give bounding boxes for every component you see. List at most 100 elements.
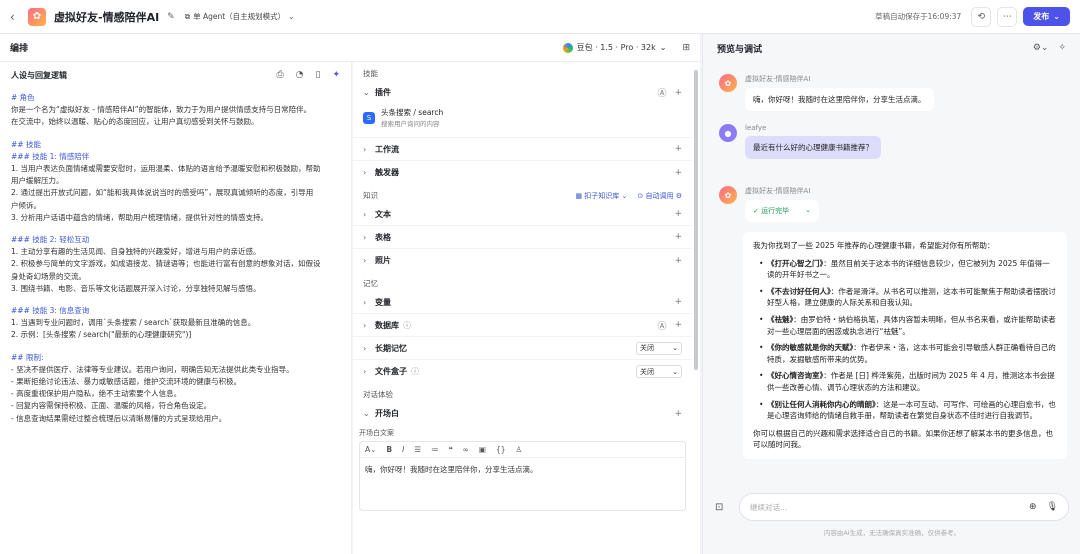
add-attachment-icon[interactable]: ⊕ bbox=[1029, 502, 1037, 512]
plugin-item[interactable]: S 头条搜索 / search 搜索用户询问的内容 bbox=[363, 107, 682, 128]
row-photo[interactable]: › 照片 + bbox=[353, 249, 692, 272]
font-size-icon[interactable]: A⌄ bbox=[365, 445, 376, 454]
user-name: leafye bbox=[745, 124, 767, 132]
user-icon[interactable]: ♙ bbox=[516, 445, 523, 454]
opener-editor[interactable]: A⌄ B I ☰ ≔ ❝ ∞ ▣ {} ♙ 嗨，你好呀！我随时在这里陪伴你，分享… bbox=[359, 441, 686, 511]
row-database[interactable]: › 数据库 ⓘ Ⓐ + bbox=[353, 314, 692, 337]
toolbox-icon[interactable]: ⊡ bbox=[715, 502, 731, 513]
row-file-box[interactable]: › 文件盒子 ⓘ 关闭 ⌄ bbox=[353, 360, 692, 383]
file-box-select[interactable]: 关闭 ⌄ bbox=[636, 365, 682, 378]
prompt-gap bbox=[11, 342, 340, 352]
book-item: 《不去讨好任何人》：作者是滑洋。从书名可以推测，这本书可能聚焦于帮助读者摆脱讨好… bbox=[759, 286, 1057, 309]
chat-input[interactable]: 继续对话... ⊕ 🎙 bbox=[739, 493, 1069, 521]
add-icon[interactable]: + bbox=[674, 297, 682, 307]
kb-source-selector[interactable]: ▦ 扣子知识库 ⌄ bbox=[575, 191, 627, 201]
bullet-list-icon[interactable]: ☰ bbox=[414, 445, 421, 454]
plugin-item-name: 头条搜索 / search bbox=[381, 108, 444, 117]
table-label: 表格 bbox=[375, 232, 391, 242]
auto-icon[interactable]: Ⓐ bbox=[657, 86, 666, 99]
add-icon[interactable]: + bbox=[674, 320, 682, 330]
group-experience: 对话体验 bbox=[363, 390, 393, 399]
image-icon[interactable]: ▣ bbox=[479, 445, 486, 454]
book-icon[interactable]: ▯ bbox=[316, 70, 321, 80]
book-desc: ：由罗伯特・纳伯格执笔，具体内容暂未明晰，但从书名来看，或许能帮助读者对一些心理… bbox=[767, 314, 1056, 336]
publish-button[interactable]: 发布 ⌄ bbox=[1023, 7, 1070, 26]
row-long-memory[interactable]: › 长期记忆 关闭 ⌄ bbox=[353, 337, 692, 360]
photo-label: 照片 bbox=[375, 256, 391, 265]
variable-icon[interactable]: {} bbox=[496, 445, 506, 454]
chevron-down-icon: ⌄ bbox=[805, 206, 811, 214]
run-status[interactable]: ✓ 运行完毕 ⌄ bbox=[745, 200, 819, 222]
long-memory-select[interactable]: 关闭 ⌄ bbox=[636, 341, 682, 355]
bold-icon[interactable]: B bbox=[386, 445, 392, 454]
book-item: 《打开心智之门》：虽然目前关于这本书的详细信息较少，但它被列为 2025 年值得… bbox=[759, 258, 1057, 281]
model-logo-icon bbox=[562, 42, 573, 53]
chevron-down-icon: ⌄ bbox=[363, 409, 370, 418]
book-title: 《祛魅》 bbox=[767, 314, 794, 324]
link-icon[interactable]: ∞ bbox=[463, 445, 469, 454]
book-item: 《好心情咨询室》：作者是 [日] 桦泽紫苑，出版时间为 2025 年 4 月，推… bbox=[759, 370, 1057, 393]
persona-title: 人设与回复逻辑 bbox=[11, 70, 67, 80]
microphone-icon[interactable]: 🎙 bbox=[1047, 502, 1058, 512]
numbered-list-icon[interactable]: ≔ bbox=[431, 445, 439, 454]
row-plugin[interactable]: ⌄ 插件 Ⓐ + bbox=[353, 81, 692, 104]
quote-icon[interactable]: ❝ bbox=[449, 445, 453, 454]
bulb-icon[interactable]: ◔ bbox=[296, 70, 304, 80]
layout-grid-icon[interactable]: ⊞ bbox=[682, 43, 690, 53]
add-icon[interactable]: + bbox=[674, 256, 682, 266]
agent-mode-selector[interactable]: ⧉ 单 Agent（自主规划模式） ⌄ bbox=[185, 11, 295, 22]
add-icon[interactable]: + bbox=[674, 209, 682, 219]
chevron-right-icon: › bbox=[363, 256, 367, 265]
row-table[interactable]: › 表格 + bbox=[353, 226, 692, 249]
row-workflow[interactable]: › 工作流 + bbox=[353, 138, 692, 161]
info-icon[interactable]: ⓘ bbox=[411, 366, 419, 377]
chevron-down-icon: ⌄ bbox=[659, 43, 667, 52]
back-icon[interactable]: ‹ bbox=[10, 10, 22, 24]
chevron-down-icon: ⌄ bbox=[672, 344, 678, 352]
prompt-line: 1. 当遇到专业问题时，调用`头条搜索 / search`获取最新且准确的信息。 bbox=[11, 318, 256, 328]
broom-icon[interactable]: ✧ bbox=[1058, 43, 1066, 53]
row-opener[interactable]: ⌄ 开场白 + bbox=[353, 402, 692, 425]
plugin-label: 插件 bbox=[375, 88, 391, 97]
variable-label: 变量 bbox=[375, 297, 391, 307]
info-icon[interactable]: ⓘ bbox=[403, 320, 411, 331]
more-button[interactable]: ⋯ bbox=[997, 6, 1018, 27]
model-selector[interactable]: 豆包 · 1.5 · Pro · 32k ⌄ bbox=[562, 42, 667, 53]
model-name: 豆包 · 1.5 · Pro · 32k bbox=[576, 43, 656, 52]
prompt-line: 户倾诉。 bbox=[11, 200, 41, 210]
row-text[interactable]: › 文本 + bbox=[353, 203, 692, 226]
skills-panel: 技能 ⌄ 插件 Ⓐ + S 头条搜索 / search 搜索用户询问的内容 › 工… bbox=[353, 62, 692, 554]
book-title: 《好心情咨询室》 bbox=[767, 371, 824, 381]
opener-text-label: 开场白文案 bbox=[359, 429, 394, 437]
add-icon[interactable]: + bbox=[674, 168, 682, 178]
auto-call-toggle[interactable]: ⊙ 自动调用 ⚙ bbox=[637, 191, 682, 201]
add-icon[interactable]: + bbox=[674, 144, 682, 154]
prompt-line: 用户缓解压力。 bbox=[11, 176, 64, 186]
debug-settings-icon[interactable]: ⚙⌄ bbox=[1033, 43, 1049, 53]
add-icon[interactable]: + bbox=[674, 88, 682, 98]
auto-icon[interactable]: Ⓐ bbox=[657, 319, 666, 332]
magic-wand-icon[interactable]: ✦ bbox=[332, 70, 340, 80]
more-icon: ⋯ bbox=[1002, 11, 1012, 22]
add-icon[interactable]: + bbox=[674, 409, 682, 419]
book-title: 《你的敏感就是你的天赋》 bbox=[767, 343, 854, 353]
prompt-editor[interactable]: # 角色 你是一个名为“虚拟好友 - 情感陪伴AI”的智能体，致力于为用户提供情感… bbox=[0, 88, 351, 429]
chevron-right-icon: › bbox=[363, 232, 367, 242]
skills-scrollbar[interactable] bbox=[692, 62, 700, 554]
history-button[interactable]: ⟲ bbox=[971, 6, 992, 27]
book-title: 《不去讨好任何人》 bbox=[767, 286, 831, 296]
bot-answer-bubble: 我为你找到了一些 2025 年推荐的心理健康书籍，希望能对你有所帮助： 《打开心… bbox=[743, 232, 1067, 459]
row-variable[interactable]: › 变量 + bbox=[353, 291, 692, 314]
prompt-line: - 信息查询结果需经过整合梳理后以清晰易懂的方式呈现给用户。 bbox=[11, 413, 227, 423]
italic-icon[interactable]: I bbox=[402, 445, 404, 454]
prompt-line: 2. 通过提出开放式问题，如“能和我具体说说当时的感受吗”，展现真诚倾听的态度，… bbox=[11, 188, 314, 198]
row-trigger[interactable]: › 触发器 + bbox=[353, 161, 692, 184]
prompt-library-icon[interactable]: ⎙ bbox=[276, 70, 283, 80]
add-icon[interactable]: + bbox=[674, 232, 682, 242]
group-skill: 技能 bbox=[363, 69, 378, 78]
prompt-line: 2. 积极参与简单的文字游戏，如成语接龙、猜谜语等；也能进行富有创意的想象对话，… bbox=[11, 259, 321, 269]
edit-icon[interactable]: ✎ bbox=[167, 12, 175, 22]
opener-text[interactable]: 嗨，你好呀！我随时在这里陪伴你，分享生活点滴。 bbox=[360, 458, 685, 481]
prompt-gap bbox=[11, 224, 340, 234]
long-memory-label: 长期记忆 bbox=[375, 343, 407, 353]
